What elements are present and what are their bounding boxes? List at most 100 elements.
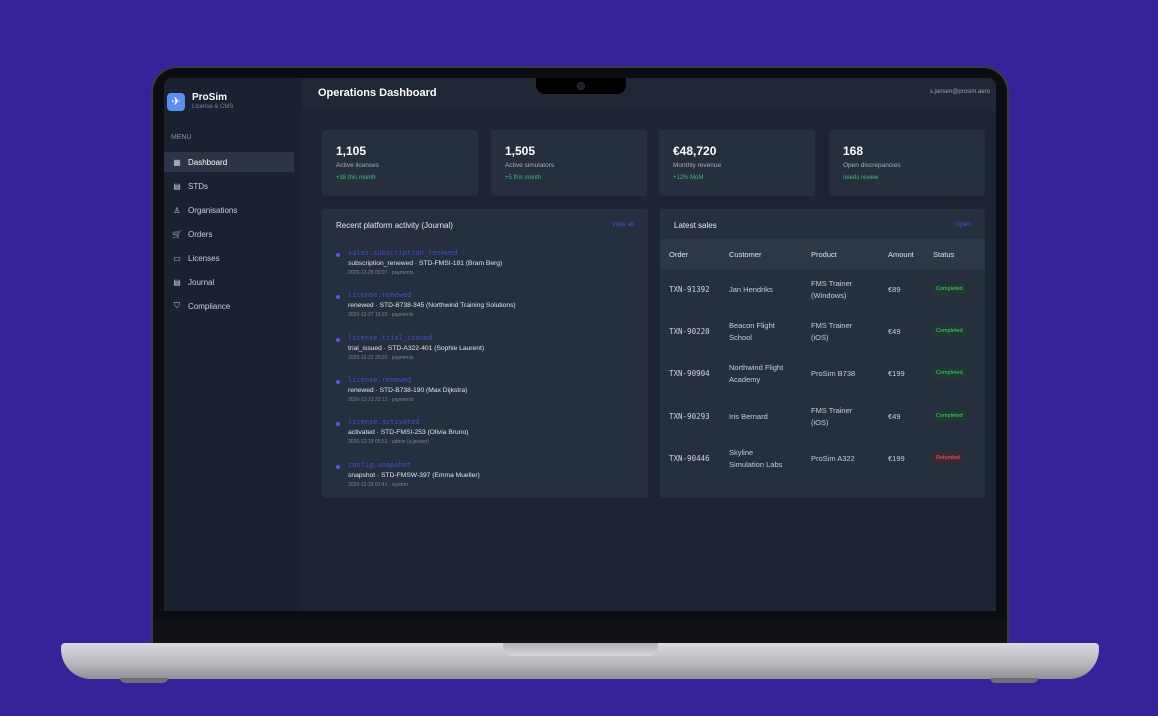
stat-value: 1,505 [505, 144, 536, 158]
brand-name: ProSim [192, 92, 228, 103]
order-id: TXN-90220 [669, 327, 710, 337]
bullet-dot-icon [336, 337, 340, 342]
sidebar-item-stds[interactable]: ▤ STDs [164, 176, 294, 196]
product-name: FMS Trainer (iOS) [811, 320, 852, 344]
sidebar-item-dashboard[interactable]: ▦ Dashboard [164, 152, 294, 172]
activity-title: Recent platform activity (Journal) [336, 221, 453, 230]
grid-icon: ▦ [173, 157, 181, 167]
customer-name: Beacon Flight School [729, 320, 775, 344]
table-row[interactable]: TXN-90220 Beacon Flight School FMS Trainer (… [660, 311, 985, 353]
product-name-line: FMS Trainer [811, 405, 853, 415]
status-badge: Completed [933, 326, 966, 337]
activity-meta: 2026-12-19 01:41 · system [348, 481, 408, 488]
stat-note: +5 this month [505, 175, 542, 181]
menu-label: MENU [171, 134, 192, 141]
order-id: TXN-90904 [669, 369, 710, 379]
bullet-dot-icon [336, 253, 340, 257]
sales-panel: Latest sales Open Order Customer Product Am… [660, 209, 985, 498]
stat-value: €48,720 [673, 144, 717, 158]
column-header: Product [811, 250, 837, 259]
laptop-foot [120, 678, 168, 683]
customer-name: Skyline Simulation Labs [729, 447, 782, 471]
order-id: TXN-91392 [669, 285, 710, 294]
customer-name-line: Beacon Flight [729, 321, 775, 331]
column-header: Amount [888, 250, 914, 259]
customer-name-line: Academy [729, 375, 761, 385]
laptop-base-notch [503, 643, 658, 656]
stat-value: 1,105 [336, 144, 367, 158]
sidebar-item-compliance[interactable]: ⛉ Compliance [164, 296, 294, 316]
table-row[interactable]: TXN-90446 Skyline Simulation Labs ProSim A3… [660, 438, 985, 480]
page-title: Operations Dashboard [318, 87, 437, 99]
sidebar-item-journal[interactable]: ▤ Journal [164, 272, 294, 292]
activity-panel: Recent platform activity (Journal) View … [322, 209, 648, 498]
customer-name-line: Simulation Labs [729, 459, 783, 469]
app-screen: ✈ ProSim License & CMS MENU ▦ Dashboard ▤ S… [164, 78, 996, 611]
customer-name-line: Iris Bernard [729, 411, 768, 421]
activity-description: trial_issued · STD-A322-401 (Sophie Laur… [348, 344, 485, 352]
activity-event: license.trial_issued [348, 333, 433, 342]
bullet-dot-icon [336, 379, 340, 384]
sidebar-item-label: Dashboard [188, 157, 228, 167]
product-name-line: ProSim B738 [811, 369, 856, 379]
table-row[interactable]: TXN-90904 Northwind Flight Academy ProSim B… [660, 353, 985, 395]
column-header: Status [933, 250, 955, 259]
user-email[interactable]: s.jansen@prosim.aero [930, 89, 990, 95]
sidebar-item-label: Compliance [188, 301, 231, 311]
sidebar-item-label: STDs [188, 181, 208, 191]
shield-check-icon: ⛉ [174, 301, 180, 310]
sidebar-item-licenses[interactable]: ▭ Licenses [164, 248, 294, 268]
customer-name-line: School [729, 333, 752, 343]
product-name-line: (iOS) [811, 417, 829, 427]
sidebar-item-label: Journal [188, 277, 215, 287]
topbar: Operations Dashboard s.jansen@prosim.aer… [301, 78, 996, 109]
product-name: ProSim B738 [811, 368, 855, 380]
stat-label: Monthly revenue [673, 162, 722, 169]
stat-card: 168 Open discrepancies needs review [829, 130, 985, 196]
customer-name-line: Jan Hendriks [729, 285, 773, 294]
stat-value: 168 [843, 144, 864, 158]
stat-label: Active simulators [505, 162, 555, 169]
status-badge: Refunded [933, 452, 963, 463]
customer-name: Iris Bernard [729, 411, 768, 423]
customer-name: Northwind Flight Academy [729, 362, 783, 386]
product-name: ProSim A322 [811, 453, 855, 465]
open-sales-link[interactable]: Open [955, 221, 971, 228]
stat-card: 1,505 Active simulators +5 this month [491, 130, 647, 196]
bullet-dot-icon [336, 464, 340, 469]
status-badge: Completed [933, 410, 966, 421]
view-all-link[interactable]: View all [612, 221, 634, 228]
product-name-line: ProSim A322 [811, 453, 855, 463]
brand[interactable]: ✈ ProSim License & CMS [167, 92, 233, 111]
amount: €49 [888, 411, 901, 421]
activity-meta: 2026-12-19 05:51 · admin (s.jansen) [348, 439, 429, 446]
customer-name-line: Northwind Flight [729, 363, 784, 373]
sidebar-item-organisations[interactable]: ♙ Organisations [164, 200, 294, 220]
server-icon: ▤ [173, 181, 181, 191]
activity-event: license.renewed [348, 375, 412, 384]
airplane-logo-icon: ✈ [167, 92, 185, 111]
product-name-line: FMS Trainer [811, 321, 853, 331]
activity-description: renewed · STD-B738-190 (Max Dijkstra) [348, 386, 468, 394]
activity-description: activated · STD-FMSI-253 (Olivia Bruno) [348, 429, 469, 437]
key-card-icon: ▭ [173, 253, 181, 263]
laptop-foot [990, 678, 1038, 683]
table-row[interactable]: TXN-91392 Jan Hendriks FMS Trainer (Windows… [660, 269, 985, 311]
amount: €89 [888, 285, 901, 294]
activity-meta: 2026-12-22 20:20 · payments [348, 354, 414, 361]
sidebar-item-label: Licenses [188, 253, 220, 263]
amount: €49 [888, 327, 901, 337]
activity-description: snapshot · STD-FMSW-397 (Emma Mueller) [348, 471, 480, 479]
status-badge: Completed [933, 368, 966, 379]
activity-meta: 2026-12-21 22:12 · payments [348, 396, 414, 403]
stat-note: +38 this month [336, 175, 376, 181]
sidebar-item-orders[interactable]: 🛒 Orders [164, 224, 294, 244]
main-content: Operations Dashboard s.jansen@prosim.aer… [301, 78, 996, 611]
document-icon: ▤ [173, 277, 181, 287]
table-row[interactable]: TXN-90293 Iris Bernard FMS Trainer (iOS) €49… [660, 396, 985, 438]
stat-label: Active licenses [336, 162, 379, 169]
camera-notch [536, 78, 626, 94]
status-badge: Completed [933, 284, 966, 294]
activity-event: license.activated [348, 418, 420, 427]
product-name: FMS Trainer (Windows) [811, 278, 852, 302]
